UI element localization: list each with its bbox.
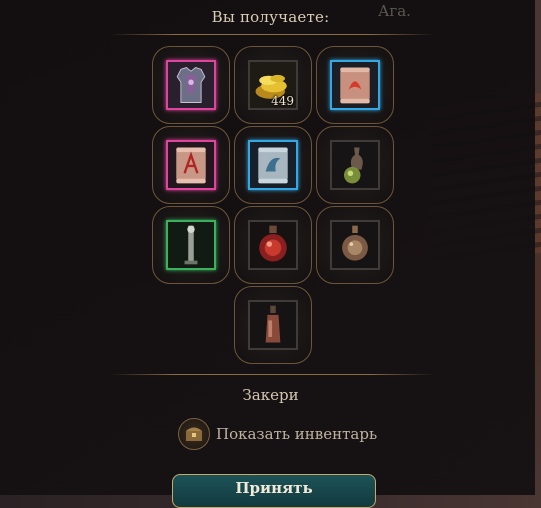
item-slot[interactable] — [152, 126, 230, 204]
item-slot[interactable] — [234, 126, 312, 204]
round-flask-icon — [332, 222, 378, 268]
item-slot[interactable] — [316, 126, 394, 204]
scroll-rune-icon — [168, 142, 214, 188]
divider — [110, 34, 435, 35]
armor-icon — [168, 62, 214, 108]
scroll-blue-icon — [250, 142, 296, 188]
item-slot[interactable] — [234, 286, 312, 364]
red-potion-icon — [250, 222, 296, 268]
item-slot[interactable] — [152, 206, 230, 284]
item-grid: 449 — [152, 46, 394, 364]
staff-icon — [168, 222, 214, 268]
item-slot[interactable]: 449 — [234, 46, 312, 124]
chest-icon — [178, 418, 210, 450]
scroll-red-icon — [332, 62, 378, 108]
item-slot[interactable] — [152, 46, 230, 124]
green-potion-icon — [332, 142, 378, 188]
item-slot[interactable] — [316, 46, 394, 124]
show-inventory-button[interactable]: Показать инвентарь — [178, 418, 377, 450]
bottle-icon — [250, 302, 296, 348]
item-slot[interactable] — [316, 206, 394, 284]
divider — [110, 374, 435, 375]
show-inventory-label: Показать инвентарь — [216, 425, 378, 443]
accept-button[interactable]: Принять — [172, 474, 376, 508]
item-count: 449 — [271, 94, 294, 108]
item-slot[interactable] — [234, 206, 312, 284]
container-name: Закери — [242, 386, 299, 404]
panel-title: Вы получаете: — [211, 8, 330, 26]
